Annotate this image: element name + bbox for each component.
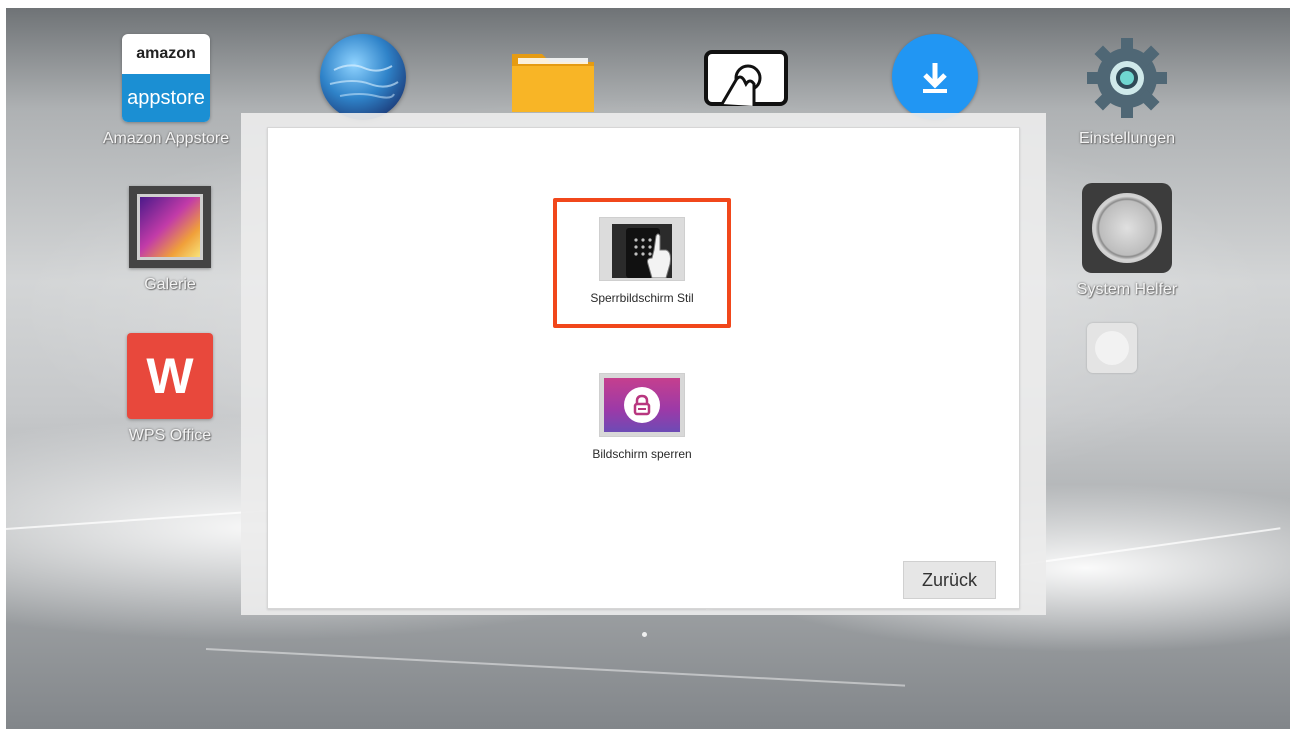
wps-logo-text: W — [146, 348, 194, 404]
touch-screen-icon — [698, 34, 790, 120]
app-download[interactable] — [860, 34, 1010, 120]
option-lockscreen-style[interactable]: Sperrbildschirm Stil — [556, 217, 728, 305]
wallpaper-streak — [205, 648, 906, 687]
globe-icon — [320, 34, 406, 120]
option-label: Bildschirm sperren — [592, 447, 692, 461]
download-icon — [892, 34, 978, 120]
amazon-appstore-icon: amazon appstore — [122, 34, 210, 122]
option-label: Sperrbildschirm Stil — [590, 291, 694, 305]
appstore-logo-text: appstore — [122, 74, 210, 122]
app-browser[interactable] — [288, 34, 438, 120]
gallery-icon — [129, 186, 211, 268]
app-amazon-appstore[interactable]: amazon appstore Amazon Appstore — [91, 34, 241, 148]
app-settings[interactable]: Einstellungen — [1052, 34, 1202, 148]
app-label: Galerie — [144, 276, 196, 293]
app-system-helper[interactable]: System Helfer — [1052, 183, 1202, 299]
amazon-logo-text: amazon — [136, 45, 196, 62]
small-widget-icon[interactable] — [1087, 323, 1137, 373]
app-file-manager[interactable] — [478, 34, 628, 120]
app-wps-office[interactable]: W WPS Office — [95, 333, 245, 445]
app-label: WPS Office — [128, 427, 212, 444]
folder-icon — [508, 34, 598, 120]
app-label: System Helfer — [1076, 281, 1178, 298]
gear-icon — [1083, 34, 1171, 122]
lock-screen-icon — [599, 373, 685, 437]
page-indicator-dot — [642, 632, 647, 637]
app-gallery[interactable]: Galerie — [95, 186, 245, 294]
system-helper-icon — [1082, 183, 1172, 273]
back-button[interactable]: Zurück — [903, 561, 996, 599]
app-label: Einstellungen — [1078, 130, 1176, 147]
lockscreen-style-icon — [599, 217, 685, 281]
option-lock-screen[interactable]: Bildschirm sperren — [556, 373, 728, 461]
app-touch[interactable] — [669, 34, 819, 120]
app-label: Amazon Appstore — [102, 130, 230, 147]
wps-office-icon: W — [127, 333, 213, 419]
